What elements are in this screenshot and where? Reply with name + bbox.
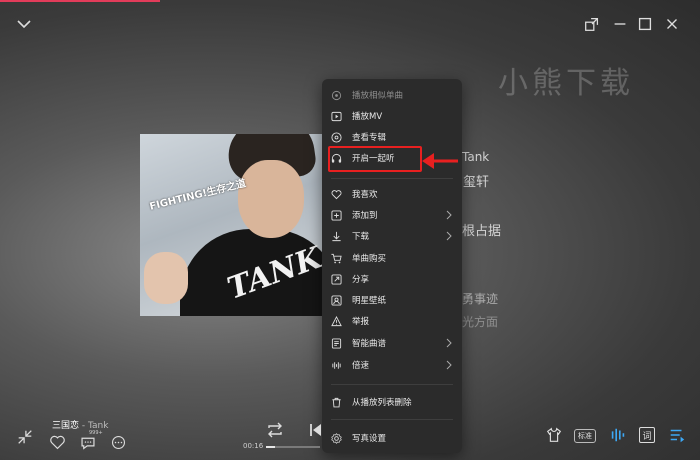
album-icon bbox=[331, 131, 342, 143]
menu-item-photo-settings[interactable]: 写真设置 bbox=[322, 428, 462, 448]
menu-item-wallpaper[interactable]: 明星壁纸 bbox=[322, 290, 462, 310]
comment-icon[interactable] bbox=[79, 434, 97, 451]
menu-item-label: 倍速 bbox=[352, 361, 370, 371]
menu-item-label: 举报 bbox=[352, 317, 370, 327]
cart-icon bbox=[331, 253, 342, 264]
menu-item-label: 单曲购买 bbox=[352, 254, 387, 264]
menu-item-label: 我喜欢 bbox=[352, 190, 378, 200]
chevron-right-icon bbox=[446, 210, 452, 220]
sound-effect-icon[interactable] bbox=[609, 426, 627, 444]
heart-icon[interactable] bbox=[49, 434, 66, 451]
album-cover[interactable]: FIGHTING!生存之道 TANK bbox=[140, 134, 322, 316]
share-icon bbox=[331, 273, 342, 285]
progress-bar[interactable] bbox=[266, 446, 320, 448]
annotation-arrow-icon bbox=[422, 153, 458, 169]
menu-item-label: 播放MV bbox=[352, 112, 383, 122]
menu-item-buy[interactable]: 单曲购买 bbox=[322, 248, 462, 268]
chevron-right-icon bbox=[446, 231, 452, 241]
menu-item-label: 写真设置 bbox=[352, 434, 387, 444]
minimize-icon[interactable] bbox=[611, 15, 629, 33]
mv-icon bbox=[331, 111, 342, 122]
menu-separator bbox=[331, 178, 453, 179]
skin-icon[interactable] bbox=[545, 426, 563, 444]
playlist-icon[interactable] bbox=[668, 426, 686, 444]
menu-item-play-mv[interactable]: 播放MV bbox=[322, 106, 462, 126]
settings-icon bbox=[331, 432, 342, 444]
lyric-line: 光方面 bbox=[462, 315, 499, 329]
menu-item-label: 智能曲谱 bbox=[352, 339, 387, 349]
maximize-icon[interactable] bbox=[636, 15, 654, 33]
download-icon bbox=[331, 231, 342, 242]
radar-icon bbox=[331, 90, 342, 101]
speed-icon bbox=[331, 360, 342, 371]
top-accent-bar bbox=[0, 0, 160, 2]
menu-item-share[interactable]: 分享 bbox=[322, 269, 462, 289]
annotation-highlight-box bbox=[328, 146, 422, 172]
mini-mode-icon[interactable] bbox=[583, 15, 601, 33]
title-separator: - bbox=[79, 421, 88, 431]
lyric-line: 根占据 bbox=[462, 224, 502, 239]
menu-item-view-album[interactable]: 查看专辑 bbox=[322, 127, 462, 147]
menu-item-label: 查看专辑 bbox=[352, 133, 387, 143]
collapse-player-icon[interactable] bbox=[14, 14, 34, 34]
context-menu: 播放相似单曲 播放MV 查看专辑 开启一起听 我喜欢 添加到 下载 单曲购买 分… bbox=[322, 79, 462, 453]
heart-icon bbox=[331, 189, 342, 200]
menu-item-label: 下载 bbox=[352, 232, 370, 242]
lyric-line: Tank bbox=[462, 150, 490, 164]
more-options-icon[interactable] bbox=[110, 434, 127, 451]
sound-quality-badge[interactable]: 标准 bbox=[574, 429, 596, 443]
current-time: 00:16 bbox=[243, 442, 264, 450]
close-icon[interactable] bbox=[663, 15, 681, 33]
menu-item-label: 添加到 bbox=[352, 211, 378, 221]
cover-face-shape bbox=[238, 160, 304, 238]
menu-separator bbox=[331, 419, 453, 420]
watermark: 小熊下载 bbox=[498, 66, 634, 101]
cover-fighting-text: FIGHTING!生存之道 bbox=[148, 178, 248, 213]
menu-item-label: 播放相似单曲 bbox=[352, 91, 404, 101]
lyrics-button-label: 词 bbox=[639, 427, 655, 443]
menu-item-label: 分享 bbox=[352, 275, 370, 285]
progress-fill bbox=[266, 446, 276, 448]
menu-item-like[interactable]: 我喜欢 bbox=[322, 184, 462, 204]
menu-item-download[interactable]: 下载 bbox=[322, 226, 462, 246]
menu-item-remove-from-playlist[interactable]: 从播放列表删除 bbox=[322, 392, 462, 412]
wallpaper-icon bbox=[331, 294, 342, 306]
comment-count: 999+ bbox=[89, 430, 103, 436]
menu-item-label: 明星壁纸 bbox=[352, 296, 387, 306]
menu-item-label: 从播放列表删除 bbox=[352, 398, 412, 408]
lyrics-toggle-button[interactable]: 词 bbox=[638, 426, 656, 444]
add-icon bbox=[331, 209, 342, 221]
menu-item-smart-score[interactable]: 智能曲谱 bbox=[322, 333, 462, 353]
previous-track-icon[interactable] bbox=[308, 421, 324, 439]
repeat-mode-icon[interactable] bbox=[265, 420, 285, 440]
collapse-view-icon[interactable] bbox=[16, 428, 34, 446]
lyric-line: 勇事迹 bbox=[462, 292, 499, 306]
score-icon bbox=[331, 337, 342, 349]
chevron-right-icon bbox=[446, 338, 452, 348]
trash-icon bbox=[331, 397, 342, 408]
menu-item-speed[interactable]: 倍速 bbox=[322, 355, 462, 375]
menu-separator bbox=[331, 384, 453, 385]
cover-hand-shape bbox=[144, 252, 188, 304]
menu-item-add-to[interactable]: 添加到 bbox=[322, 205, 462, 225]
menu-item-similar[interactable]: 播放相似单曲 bbox=[322, 85, 462, 105]
song-title[interactable]: 三国恋 bbox=[52, 421, 79, 431]
chevron-right-icon bbox=[446, 360, 452, 370]
report-icon bbox=[331, 315, 342, 327]
menu-item-report[interactable]: 举报 bbox=[322, 311, 462, 331]
